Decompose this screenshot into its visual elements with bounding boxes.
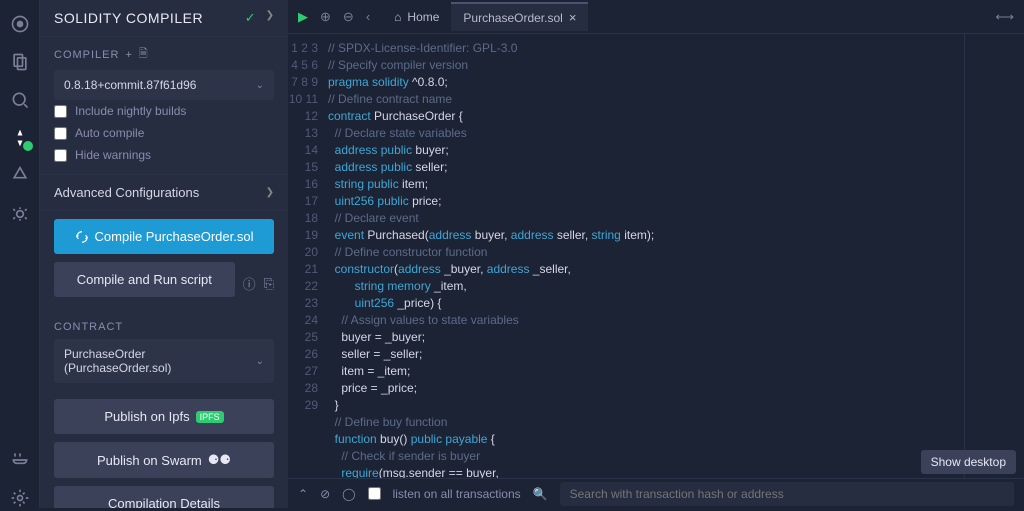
nightly-checkbox[interactable]	[54, 105, 67, 118]
settings-icon[interactable]	[10, 488, 30, 508]
editor-toolbar: ▶ ⊕ ⊖ ‹ ⌂ Home PurchaseOrder.sol × ⟷	[288, 0, 1024, 34]
advanced-configurations[interactable]: Advanced Configurations❯	[40, 174, 288, 211]
zoom-out-icon[interactable]: ⊖	[343, 9, 354, 25]
editor-tabs: ⌂ Home PurchaseOrder.sol ×	[382, 2, 588, 31]
minimap[interactable]	[964, 34, 1024, 478]
code-editor: ▶ ⊕ ⊖ ‹ ⌂ Home PurchaseOrder.sol × ⟷ 1 2…	[288, 0, 1024, 508]
debugger-icon[interactable]	[10, 204, 30, 224]
clear-icon[interactable]: ⊘	[320, 487, 330, 501]
auto-compile-label: Auto compile	[75, 126, 144, 140]
zoom-in-icon[interactable]: ⊕	[320, 9, 331, 25]
solidity-compiler-panel: SOLIDITY COMPILER ✓ ❯ COMPILER + 🗎 0.8.1…	[40, 0, 288, 508]
terminal-footer: ⌃ ⊘ ◯ listen on all transactions 🔍	[288, 478, 1024, 508]
compile-run-button[interactable]: Compile and Run script	[54, 262, 235, 297]
auto-compile-checkbox[interactable]	[54, 127, 67, 140]
expand-icon[interactable]: ⌃	[298, 487, 308, 501]
search-icon[interactable]	[10, 90, 30, 110]
deploy-icon[interactable]	[10, 166, 30, 186]
contract-label: CONTRACT	[54, 321, 274, 333]
tab-home[interactable]: ⌂ Home	[382, 4, 451, 30]
icon-sidebar	[0, 0, 40, 508]
file-icon[interactable]: 🗎	[139, 45, 149, 64]
fullscreen-icon[interactable]: ⟷	[995, 9, 1014, 25]
search-icon[interactable]: 🔍	[533, 487, 548, 501]
run-icon[interactable]: ▶	[298, 9, 308, 25]
line-gutter: 1 2 3 4 5 6 7 8 9 10 11 12 13 14 15 16 1…	[288, 34, 328, 478]
listen-checkbox[interactable]	[368, 487, 381, 500]
plugin-icon[interactable]	[10, 450, 30, 470]
hide-warnings-checkbox[interactable]	[54, 149, 67, 162]
pending-icon[interactable]: ◯	[342, 487, 355, 501]
search-input[interactable]	[560, 482, 1014, 506]
contract-select[interactable]: PurchaseOrder (PurchaseOrder.sol)⌄	[54, 339, 274, 383]
compilation-details-button[interactable]: Compilation Details	[54, 486, 274, 508]
code-area[interactable]: // SPDX-License-Identifier: GPL-3.0 // S…	[328, 34, 964, 478]
close-icon[interactable]: ×	[569, 10, 577, 25]
check-icon: ✓	[245, 10, 256, 26]
tab-file[interactable]: PurchaseOrder.sol ×	[451, 2, 588, 31]
hide-warnings-label: Hide warnings	[75, 148, 151, 162]
nightly-label: Include nightly builds	[75, 104, 186, 118]
files-icon[interactable]	[10, 52, 30, 72]
show-desktop-button[interactable]: Show desktop	[921, 450, 1016, 474]
panel-title: SOLIDITY COMPILER	[54, 10, 203, 26]
logo-icon[interactable]	[10, 14, 30, 34]
back-icon[interactable]: ‹	[366, 9, 370, 24]
info-icon[interactable]: ⓘ	[243, 274, 256, 293]
add-icon[interactable]: +	[125, 49, 132, 61]
swarm-icon: ⚈⚈	[208, 452, 231, 468]
chevron-right-icon[interactable]: ❯	[266, 10, 274, 26]
publish-swarm-button[interactable]: Publish on Swarm ⚈⚈	[54, 442, 274, 478]
publish-ipfs-button[interactable]: Publish on Ipfs IPFS	[54, 399, 274, 434]
copy-icon[interactable]: ⎘	[264, 276, 274, 292]
compile-button[interactable]: Compile PurchaseOrder.sol	[54, 219, 274, 254]
compiler-icon[interactable]	[10, 128, 30, 148]
compiler-label: COMPILER + 🗎	[54, 45, 274, 64]
compiler-select[interactable]: 0.8.18+commit.87f61d96⌄	[54, 70, 274, 100]
listen-label: listen on all transactions	[393, 487, 521, 501]
